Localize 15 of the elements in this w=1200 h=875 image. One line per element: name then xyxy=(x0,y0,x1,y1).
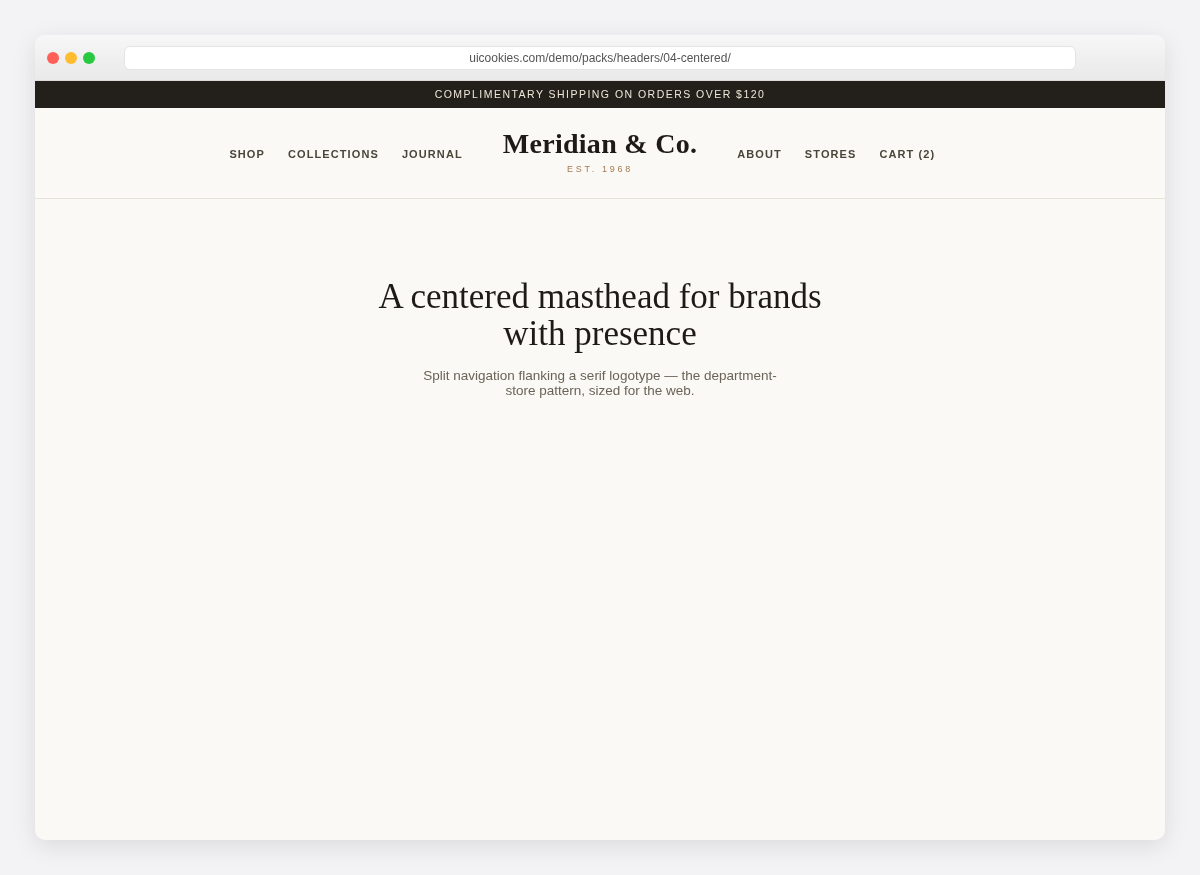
nav-link[interactable]: ABOUT xyxy=(737,145,782,163)
nav-link[interactable]: CART (2) xyxy=(879,145,936,163)
minimize-window-icon[interactable] xyxy=(65,51,77,64)
brand-logo[interactable]: Meridian & Co. xyxy=(502,127,698,160)
address-field[interactable]: uicookies.com/demo/packs/headers/04-centered/ xyxy=(124,45,1076,70)
nav-link[interactable]: STORES xyxy=(804,145,857,163)
close-window-icon[interactable] xyxy=(47,51,59,64)
nav-link[interactable]: SHOP xyxy=(229,145,265,163)
nav-link[interactable]: COLLECTIONS xyxy=(287,145,379,163)
nav-link[interactable]: JOURNAL xyxy=(401,145,463,163)
maximize-window-icon[interactable] xyxy=(83,51,95,64)
announcement-text: COMPLIMENTARY SHIPPING ON ORDERS OVER $120 xyxy=(434,86,766,102)
hero-heading: A centered masthead for brands with presence xyxy=(377,278,823,352)
hero-subtitle: Split navigation flanking a serif logotype — the department-store pattern, sized for the web. xyxy=(422,368,778,398)
established-tagline: EST. 1968 xyxy=(567,162,633,176)
